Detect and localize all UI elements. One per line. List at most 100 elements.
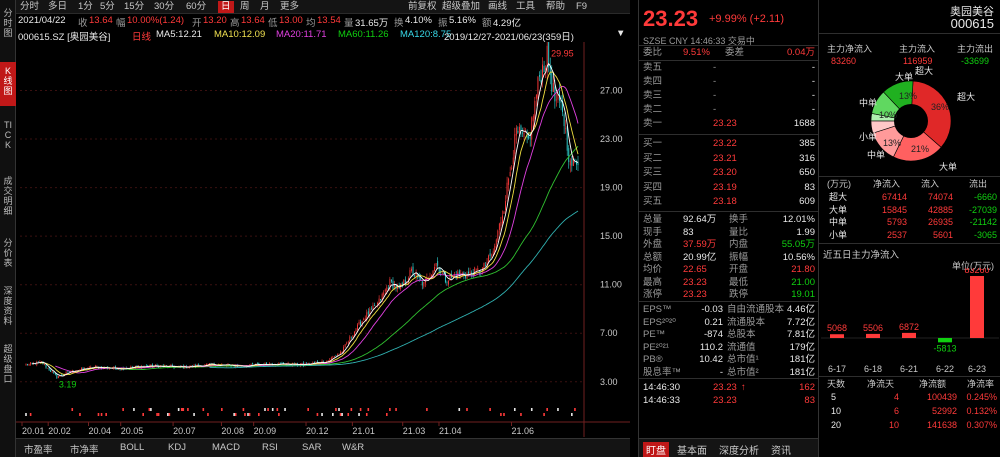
indicator-tab-rsi[interactable]: RSI (262, 442, 278, 453)
indicator-tab-pb[interactable]: 市净率 (70, 442, 99, 456)
side-tab-price-table[interactable]: 分价表 (0, 236, 16, 278)
stat-value: 22.65 (683, 264, 707, 275)
weicha-label: 委差 (725, 47, 745, 58)
period-daily[interactable]: 日 (218, 1, 234, 13)
overlay-button[interactable]: 超级叠加 (442, 1, 480, 13)
candle-body (346, 343, 348, 344)
candle-body (535, 94, 537, 99)
period-weekly[interactable]: 周 (240, 1, 250, 13)
side-tab-depth[interactable]: 深度资料 (0, 284, 16, 336)
indicator-tab-sar[interactable]: SAR (302, 442, 322, 453)
kline-type-label[interactable]: 日线 (132, 29, 151, 43)
stat-label: 外盘 (643, 239, 663, 250)
period-15min[interactable]: 15分 (124, 1, 144, 13)
bid-row: 买五 23.18 609 (643, 196, 819, 208)
y-tick-label: 7.00 (600, 328, 618, 338)
five-day-bars: 5068 6-17 5506 6-18 6872 6-21 -5813 6-22 83260 6-… (821, 268, 999, 374)
five-day-bar-label: 83260 (964, 268, 989, 275)
signal-marker (187, 408, 189, 411)
candle-body (384, 289, 386, 292)
indicator-tab-wr[interactable]: W&R (342, 442, 364, 453)
signal-marker (332, 413, 334, 416)
period-monthly[interactable]: 月 (260, 1, 270, 13)
signal-marker (207, 413, 209, 416)
summary-header-in: 主力流入 (899, 44, 936, 54)
period-amount: 141638 (926, 420, 957, 430)
side-tab-intraday[interactable]: 分时图 (0, 6, 16, 40)
candle-body (466, 273, 468, 279)
indicator-tab-boll[interactable]: BOLL (120, 442, 144, 453)
ask-row: 卖二 - - (643, 104, 819, 116)
candle-body (340, 352, 341, 354)
x-tick-label: 20.09 (254, 426, 277, 436)
bid-price: 23.22 (713, 138, 737, 149)
draw-line-button[interactable]: 画线 (488, 1, 507, 13)
tools-button[interactable]: 工具 (516, 1, 535, 13)
tick-volume: 83 (804, 395, 815, 406)
stat-value: 92.64万 (683, 214, 717, 225)
stat-label: 均价 (643, 264, 663, 275)
bid-label: 买三 (643, 167, 663, 178)
ma5-line (32, 62, 579, 377)
indicator-tab-kdj[interactable]: KDJ (168, 442, 186, 453)
th-net: 净流入 (873, 179, 901, 189)
period-30min[interactable]: 30分 (154, 1, 174, 13)
period-amount: 100439 (926, 392, 957, 402)
period-row: 20 10 141638 0.307% (823, 420, 1000, 431)
period-rate: 0.245% (966, 392, 997, 402)
side-tab-trades[interactable]: 成交明细 (0, 174, 16, 226)
fund-value: 181亿 (789, 366, 815, 378)
flow-net: 67414 (881, 192, 907, 202)
stats-avg-label: 均 (306, 18, 316, 29)
stat-row: 现手 83 量比 1.99 (643, 227, 819, 239)
candle-body (82, 367, 84, 370)
flow-type: 中单 (829, 217, 848, 227)
kline-chart[interactable]: 27.0023.0019.0015.0011.007.003.00 20.01 2… (16, 42, 630, 437)
candle-body (529, 137, 531, 139)
signal-marker (278, 413, 280, 416)
stats-close: 13.64 (89, 15, 113, 26)
signal-marker (389, 408, 391, 411)
money-flow-panel: 奥园美谷 000615 主力净流入 主力流入 主力流出 83260 116959… (818, 0, 1000, 457)
stats-turnover: 4.10% (405, 15, 432, 26)
tick-row: 14:46:30 23.23 ↑ 162 (643, 382, 819, 394)
side-tab-kline[interactable]: K线图 (0, 62, 16, 106)
stat-value: 37.59万 (683, 239, 717, 250)
side-tab-tick[interactable]: TICK (0, 116, 16, 170)
indicator-tabs: 市盈率 市净率 BOLL KDJ MACD RSI SAR W&R (16, 438, 630, 457)
candle-body (352, 335, 354, 338)
price-axis: 27.00 23.00 19.00 15.00 11.00 7.00 3.00 (600, 85, 623, 386)
stat-value: 19.01 (791, 289, 815, 300)
candle-body (411, 268, 412, 271)
ma10-line (39, 71, 579, 376)
tab-fundamentals[interactable]: 基本面 (677, 442, 707, 457)
tab-news[interactable]: 资讯 (771, 442, 791, 457)
period-1min[interactable]: 1分 (78, 1, 93, 13)
f9-button[interactable]: F9 (576, 1, 587, 13)
chevron-down-icon[interactable]: ▼ (616, 28, 625, 39)
period-more[interactable]: 更多 (280, 1, 299, 13)
ma5-value: MA5:12.21 (156, 29, 202, 40)
side-tab-super-board[interactable]: 超级盘口 (0, 342, 16, 394)
stat-value: 23.23 (683, 289, 707, 300)
signal-marker (466, 408, 468, 411)
adjust-forward-button[interactable]: 前复权 (408, 1, 437, 13)
period-multiday[interactable]: 多日 (48, 1, 67, 13)
indicator-tab-pe[interactable]: 市盈率 (24, 442, 53, 456)
help-button[interactable]: 帮助 (546, 1, 565, 13)
five-day-bar (970, 276, 984, 338)
five-day-date: 6-23 (968, 364, 986, 374)
candle-body (563, 114, 565, 127)
stats-low-label: 低 (268, 18, 278, 29)
candle-body (386, 287, 388, 292)
candle-body (287, 362, 289, 364)
candle-body (531, 117, 533, 140)
period-5min[interactable]: 5分 (100, 1, 115, 13)
flow-net: 5793 (886, 217, 907, 227)
tab-deep-analysis[interactable]: 深度分析 (719, 442, 759, 457)
period-intraday[interactable]: 分时 (20, 1, 39, 13)
period-60min[interactable]: 60分 (186, 1, 206, 13)
indicator-tab-macd[interactable]: MACD (212, 442, 240, 453)
tick-price: 23.23 (713, 382, 737, 393)
tab-watch[interactable]: 盯盘 (643, 442, 669, 457)
